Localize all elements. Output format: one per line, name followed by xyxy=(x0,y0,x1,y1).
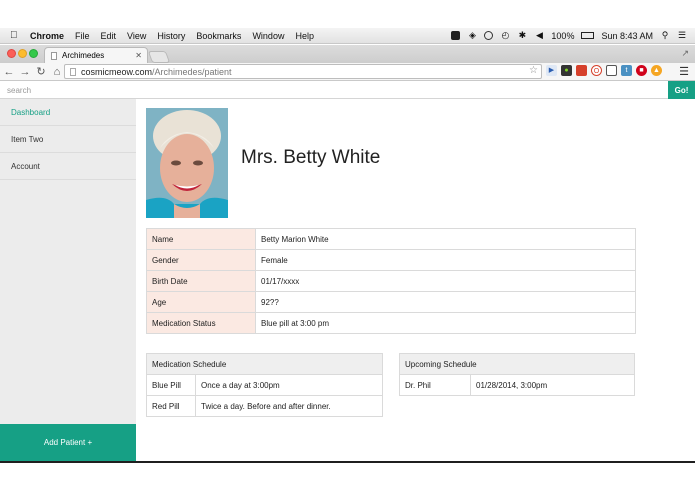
menu-app[interactable]: Chrome xyxy=(30,31,64,41)
url-host: cosmicmeow.com xyxy=(81,66,153,77)
browser-tab-strip: Archimedes ✕ ↗ xyxy=(0,45,695,63)
patient-photo xyxy=(146,108,228,218)
page-icon xyxy=(70,67,76,76)
appointment-when: 01/28/2014, 3:00pm xyxy=(470,374,635,396)
sidebar-item-account[interactable]: Account xyxy=(0,153,136,180)
go-button[interactable]: Go! xyxy=(668,81,695,99)
notification-center-icon[interactable]: ☰ xyxy=(677,31,687,40)
table-row: Name Betty Marion White xyxy=(146,228,636,250)
fullscreen-icon[interactable]: ↗ xyxy=(681,48,689,59)
menubar-clock[interactable]: Sun 8:43 AM xyxy=(601,31,653,41)
extension-bookmark-icon[interactable] xyxy=(576,65,587,76)
info-key: Age xyxy=(146,291,256,313)
extension-t-icon[interactable]: t xyxy=(621,65,632,76)
info-key: Gender xyxy=(146,249,256,271)
desktop-below-window xyxy=(0,463,695,494)
medication-when: Once a day at 3:00pm xyxy=(195,374,383,396)
address-bar[interactable]: cosmicmeow.com/Archimedes/patient ☆ xyxy=(64,64,542,79)
menu-bookmarks[interactable]: Bookmarks xyxy=(196,31,241,41)
forward-arrow-icon[interactable]: → xyxy=(18,66,32,78)
medication-schedule-heading: Medication Schedule xyxy=(146,353,383,375)
screen-top-margin xyxy=(0,0,695,28)
table-header-row: Upcoming Schedule xyxy=(399,353,635,375)
browser-toolbar: ← → ↻ ⌂ cosmicmeow.com/Archimedes/patien… xyxy=(0,63,695,81)
info-value: Female xyxy=(255,249,636,271)
window-minimize-button[interactable] xyxy=(18,49,27,58)
extension-dot-icon[interactable]: ● xyxy=(561,65,572,76)
wifi-icon[interactable]: ◈ xyxy=(467,31,477,40)
patient-info-table: Name Betty Marion White Gender Female Bi… xyxy=(146,228,636,334)
upcoming-schedule-heading: Upcoming Schedule xyxy=(399,353,635,375)
medication-schedule-table: Medication Schedule Blue Pill Once a day… xyxy=(146,353,383,417)
info-key: Birth Date xyxy=(146,270,256,292)
menu-window[interactable]: Window xyxy=(252,31,284,41)
info-value: Blue pill at 3:00 pm xyxy=(255,312,636,334)
table-row: Birth Date 01/17/xxxx xyxy=(146,270,636,292)
reload-icon[interactable]: ↻ xyxy=(34,65,48,78)
tab-title: Archimedes xyxy=(62,51,105,60)
window-zoom-button[interactable] xyxy=(29,49,38,58)
tab-favicon-icon xyxy=(51,51,57,60)
home-icon[interactable]: ⌂ xyxy=(50,66,64,78)
extension-flame-icon[interactable]: ▲ xyxy=(651,65,662,76)
browser-tab[interactable]: Archimedes ✕ xyxy=(44,47,148,63)
info-key: Medication Status xyxy=(146,312,256,334)
info-value: 01/17/xxxx xyxy=(255,270,636,292)
extension-play-icon[interactable]: ▶ xyxy=(546,65,557,76)
table-row: Medication Status Blue pill at 3:00 pm xyxy=(146,312,636,334)
sidebar: Dashboard Item Two Account xyxy=(0,99,136,461)
table-header-row: Medication Schedule xyxy=(146,353,383,375)
table-row: Dr. Phil 01/28/2014, 3:00pm xyxy=(399,374,635,396)
menu-history[interactable]: History xyxy=(157,31,185,41)
url-path: /Archimedes/patient xyxy=(152,66,232,77)
sidebar-item-item-two[interactable]: Item Two xyxy=(0,126,136,153)
chat-icon[interactable] xyxy=(484,31,494,40)
appointment-name: Dr. Phil xyxy=(399,374,471,396)
table-row: Red Pill Twice a day. Before and after d… xyxy=(146,395,383,417)
menu-view[interactable]: View xyxy=(127,31,146,41)
back-arrow-icon[interactable]: ← xyxy=(2,66,16,78)
spotlight-search-icon[interactable]: ⚲ xyxy=(660,31,670,40)
table-row: Gender Female xyxy=(146,249,636,271)
chrome-menu-icon[interactable]: ☰ xyxy=(679,65,689,78)
time-machine-icon[interactable]: ◴ xyxy=(500,31,510,40)
info-value: Betty Marion White xyxy=(255,228,636,250)
info-key: Name xyxy=(146,228,256,250)
battery-icon[interactable] xyxy=(581,32,595,39)
table-row: Blue Pill Once a day at 3:00pm xyxy=(146,374,383,396)
menu-file[interactable]: File xyxy=(75,31,90,41)
extension-abp-icon[interactable]: ■ xyxy=(636,65,647,76)
extension-icons: ▶ ● O t ■ ▲ xyxy=(546,65,662,76)
medication-name: Blue Pill xyxy=(146,374,196,396)
medication-name: Red Pill xyxy=(146,395,196,417)
menu-edit[interactable]: Edit xyxy=(101,31,117,41)
add-patient-button[interactable]: Add Patient + xyxy=(0,424,136,461)
sidebar-item-dashboard[interactable]: Dashboard xyxy=(0,99,136,126)
info-value: 92?? xyxy=(255,291,636,313)
volume-icon[interactable]: ◀ xyxy=(534,31,544,40)
menubar-status-area: ◈ ◴ ✱ ◀ 100% Sun 8:43 AM ⚲ ☰ xyxy=(451,31,695,41)
mac-menubar:  Chrome File Edit View History Bookmark… xyxy=(0,28,695,44)
tab-close-icon[interactable]: ✕ xyxy=(135,51,142,60)
bluetooth-icon[interactable]: ✱ xyxy=(517,31,527,40)
window-close-button[interactable] xyxy=(7,49,16,58)
site-search-bar: Go! xyxy=(0,81,695,99)
status-app-icon[interactable] xyxy=(451,31,461,40)
menu-help[interactable]: Help xyxy=(295,31,314,41)
table-row: Age 92?? xyxy=(146,291,636,313)
search-input[interactable] xyxy=(0,81,668,99)
apple-menu-icon[interactable]:  xyxy=(10,30,20,41)
upcoming-schedule-table: Upcoming Schedule Dr. Phil 01/28/2014, 3… xyxy=(399,353,635,396)
extension-opera-icon[interactable]: O xyxy=(591,65,602,76)
extension-cast-icon[interactable] xyxy=(606,65,617,76)
medication-when: Twice a day. Before and after dinner. xyxy=(195,395,383,417)
patient-name-heading: Mrs. Betty White xyxy=(241,147,381,168)
new-tab-button[interactable] xyxy=(147,51,171,63)
bookmark-star-icon[interactable]: ☆ xyxy=(529,65,538,76)
battery-percent: 100% xyxy=(551,30,575,41)
